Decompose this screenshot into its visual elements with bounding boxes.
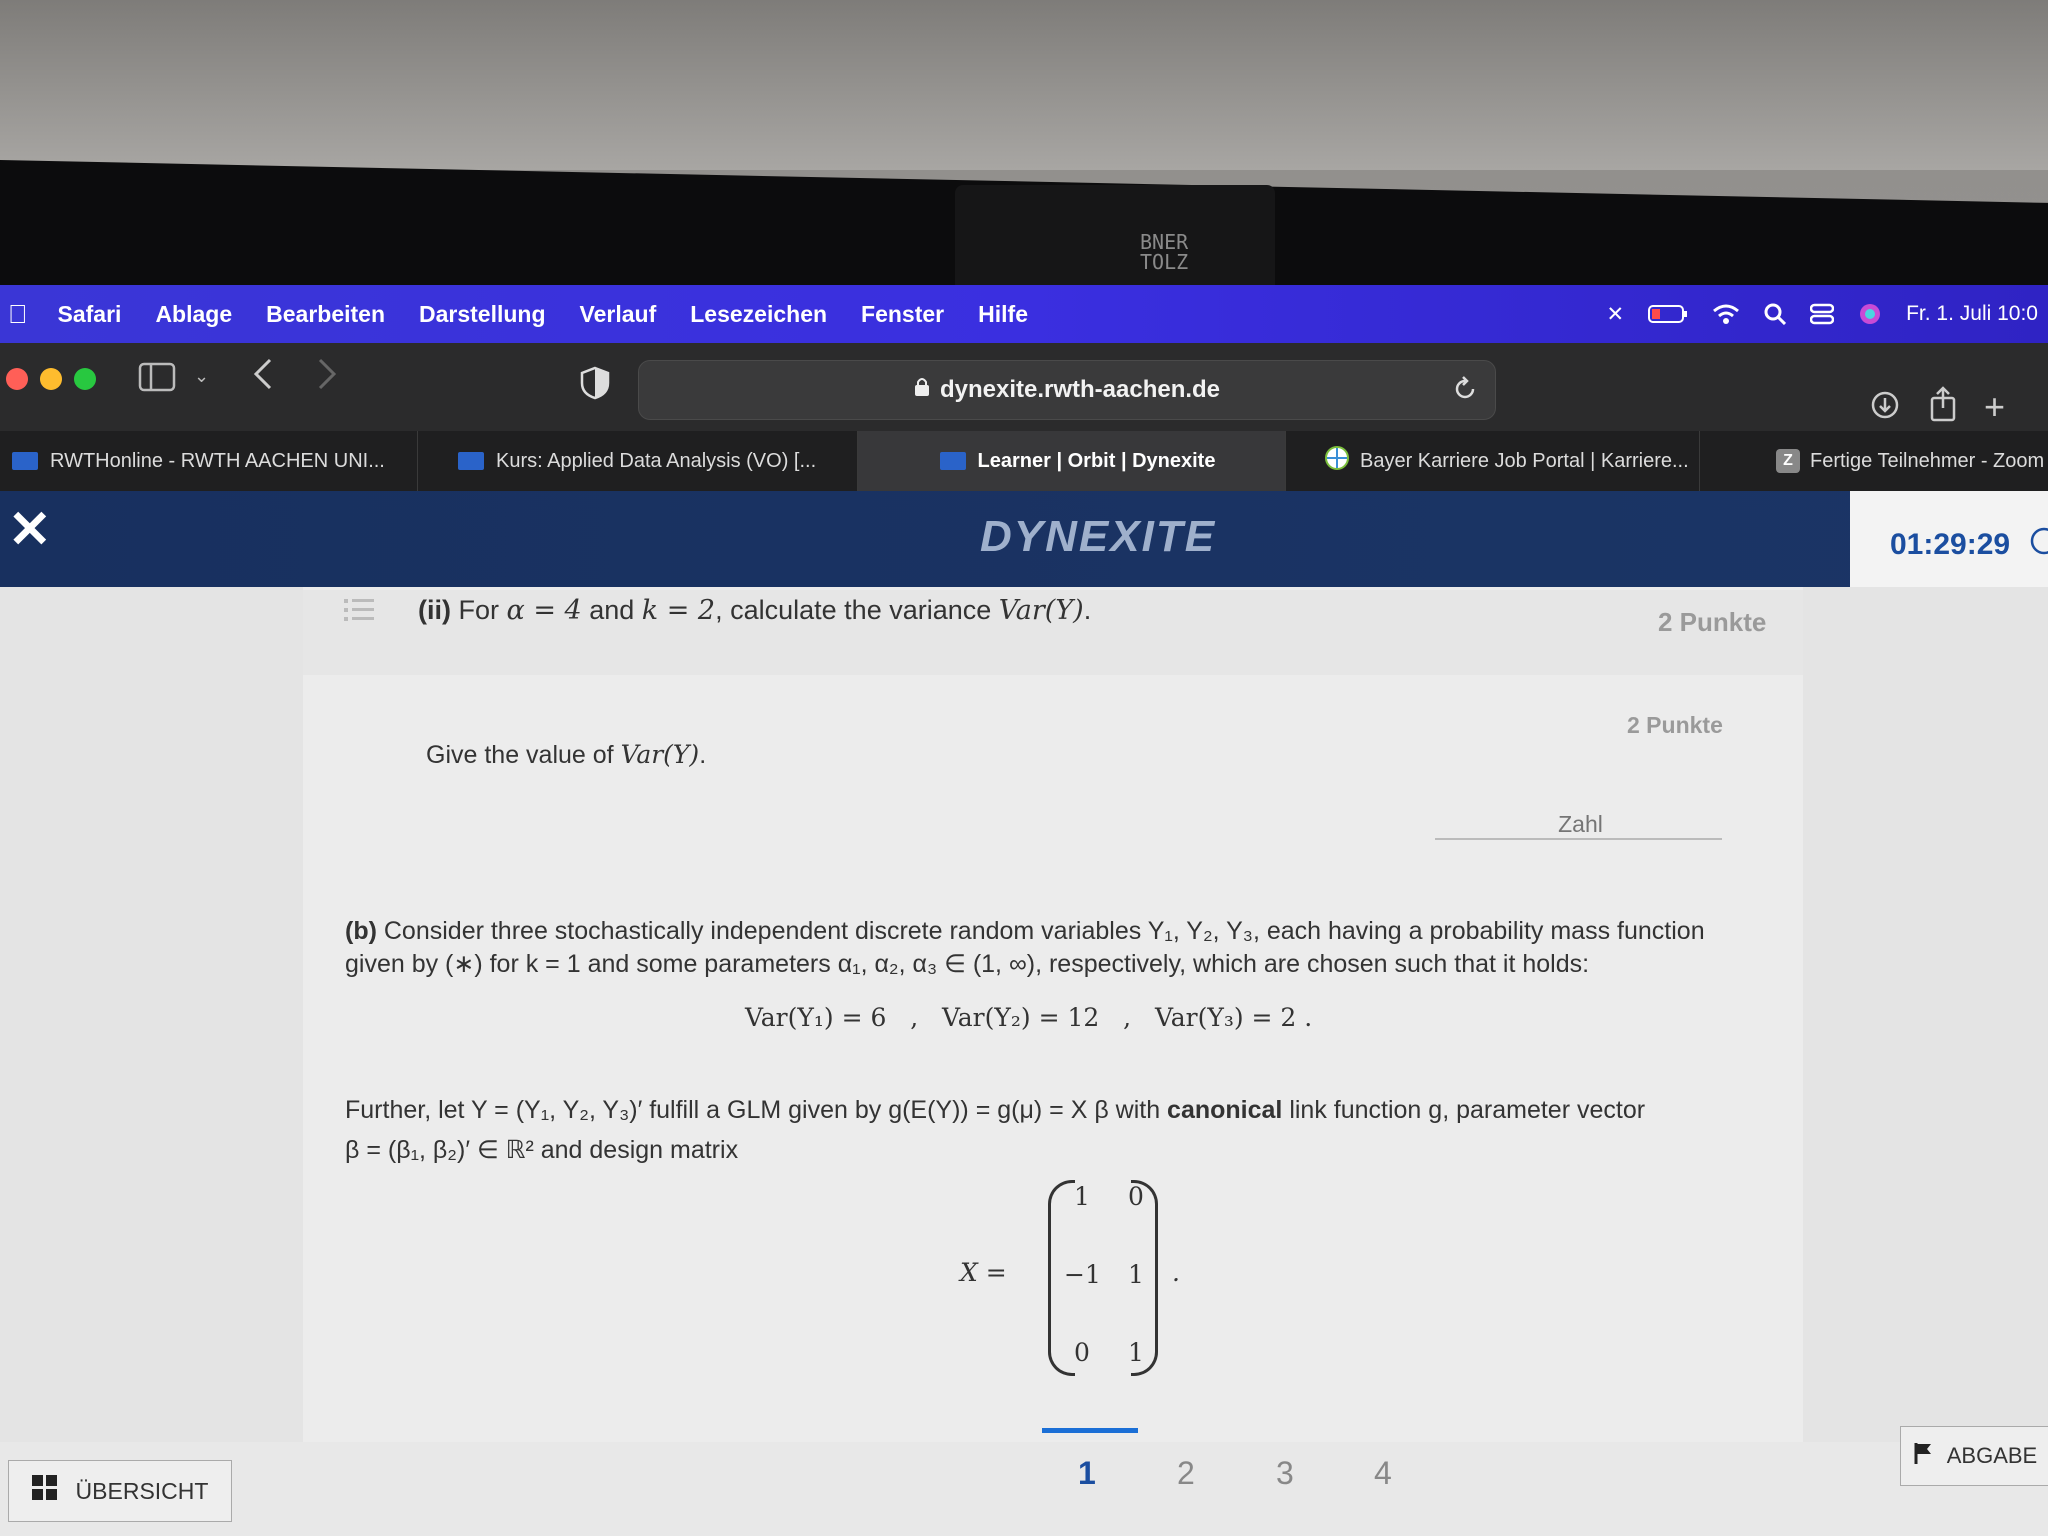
tab-label: Kurs: Applied Data Analysis (VO) [... bbox=[496, 449, 817, 472]
answer-input-wrapper bbox=[1435, 810, 1726, 840]
tab-rwthonline[interactable]: RWTHonline - RWTH AACHEN UNI... bbox=[0, 431, 418, 491]
overview-label: ÜBERSICHT bbox=[75, 1477, 209, 1504]
privacy-shield-icon[interactable] bbox=[580, 366, 610, 405]
tab-dynexite[interactable]: Learner | Orbit | Dynexite bbox=[858, 431, 1286, 491]
variance-equation: Var(Y₁) = 6 , Var(Y₂) = 12 , Var(Y₃) = 2… bbox=[745, 1003, 1313, 1032]
control-center-icon[interactable] bbox=[1810, 303, 1835, 325]
menu-item[interactable]: Hilfe bbox=[978, 301, 1028, 328]
bayer-favicon-icon bbox=[1324, 445, 1350, 477]
page-button-3[interactable]: 3 bbox=[1276, 1455, 1294, 1492]
window-minimize-button[interactable] bbox=[40, 368, 62, 390]
matrix-cell: −1 bbox=[1064, 1260, 1101, 1289]
tab-zoom[interactable]: Z Fertige Teilnehmer - Zoom bbox=[1700, 431, 2048, 491]
downloads-icon[interactable] bbox=[1870, 390, 1900, 425]
tab-label: RWTHonline - RWTH AACHEN UNI... bbox=[50, 449, 385, 472]
right-gutter bbox=[1803, 587, 2048, 1442]
part-b-text: (b) Consider three stochastically indepe… bbox=[345, 917, 1705, 978]
submit-label: ABGABE bbox=[1946, 1443, 2038, 1468]
matrix-cell: 1 bbox=[1128, 1338, 1144, 1367]
menu-item[interactable]: Ablage bbox=[155, 301, 232, 328]
spotlight-search-icon[interactable] bbox=[1764, 303, 1787, 325]
menu-item[interactable]: Bearbeiten bbox=[266, 301, 385, 328]
tab-label: Bayer Karriere Job Portal | Karriere... bbox=[1360, 449, 1689, 472]
menu-item[interactable]: Verlauf bbox=[580, 301, 657, 328]
tab-kurs[interactable]: Kurs: Applied Data Analysis (VO) [... bbox=[418, 431, 858, 491]
countdown-timer: 01:29:29 bbox=[1850, 491, 2048, 599]
subquestion-ii-title: (ii) For α = 4 and k = 2, calculate the … bbox=[418, 595, 1092, 626]
menu-item[interactable]: Fenster bbox=[861, 301, 944, 328]
forward-icon[interactable] bbox=[316, 356, 338, 397]
lock-icon bbox=[914, 376, 930, 404]
battery-icon[interactable] bbox=[1648, 304, 1688, 324]
number-answer-input[interactable] bbox=[1435, 810, 1726, 839]
page-button-4[interactable]: 4 bbox=[1374, 1455, 1392, 1492]
matrix-cell: 0 bbox=[1074, 1338, 1090, 1367]
clock-icon bbox=[2028, 526, 2048, 564]
rwth-favicon-icon bbox=[939, 452, 966, 470]
overview-button[interactable]: ÜBERSICHT bbox=[8, 1460, 232, 1522]
menu-item[interactable]: Lesezeichen bbox=[690, 301, 827, 328]
design-matrix: 1 0 −1 1 0 1 bbox=[1048, 1180, 1158, 1376]
menubar-clock[interactable]: Fr. 1. Juli 10:0 bbox=[1906, 302, 2038, 326]
wifi-icon[interactable] bbox=[1712, 303, 1740, 325]
window-close-button[interactable] bbox=[6, 368, 28, 390]
share-icon[interactable] bbox=[1928, 386, 1958, 427]
apple-icon[interactable]:  bbox=[8, 299, 28, 330]
zoom-favicon-icon: Z bbox=[1776, 449, 1800, 473]
footer-bar bbox=[0, 1442, 2048, 1536]
drag-handle-icon[interactable] bbox=[344, 597, 376, 628]
matrix-cell: 1 bbox=[1074, 1182, 1090, 1211]
window-zoom-button[interactable] bbox=[74, 368, 96, 390]
background-wall bbox=[0, 0, 2048, 170]
tab-bar: RWTHonline - RWTH AACHEN UNI... Kurs: Ap… bbox=[0, 431, 2048, 491]
active-page-indicator bbox=[1042, 1428, 1138, 1433]
dynexite-logo: DYNEXITE bbox=[980, 512, 1217, 561]
tab-label: Learner | Orbit | Dynexite bbox=[977, 449, 1216, 472]
points-badge: 2 Punkte bbox=[1658, 607, 1767, 637]
matrix-cell: 0 bbox=[1128, 1182, 1144, 1211]
submit-button[interactable]: ABGABE bbox=[1900, 1426, 2048, 1486]
matrix-label: X = bbox=[960, 1258, 1007, 1287]
page-button-1[interactable]: 1 bbox=[1078, 1455, 1096, 1492]
matrix-cell: 1 bbox=[1128, 1260, 1144, 1289]
siri-icon[interactable] bbox=[1858, 302, 1882, 326]
glm-text: Further, let Y = (Y₁, Y₂, Y₃)′ fulfill a… bbox=[345, 1096, 1646, 1164]
menubar:  Safari Ablage Bearbeiten Darstellung V… bbox=[0, 285, 2048, 343]
grid-icon bbox=[31, 1475, 58, 1507]
bezel-sticker: BNER TOLZ bbox=[1140, 230, 1189, 274]
reload-icon[interactable] bbox=[1451, 375, 1479, 410]
left-gutter bbox=[0, 587, 303, 1442]
sidebar-toggle-icon[interactable] bbox=[138, 362, 176, 397]
bluetooth-icon[interactable]: ✕ bbox=[1606, 302, 1624, 327]
menu-item[interactable]: Darstellung bbox=[419, 301, 546, 328]
address-bar[interactable]: dynexite.rwth-aachen.de bbox=[638, 360, 1496, 420]
matrix-period: . bbox=[1172, 1258, 1180, 1287]
timer-value: 01:29:29 bbox=[1890, 528, 2011, 561]
rwth-favicon-icon bbox=[458, 452, 484, 470]
tab-bayer[interactable]: Bayer Karriere Job Portal | Karriere... bbox=[1286, 431, 1700, 491]
menubar-status: ✕ Fr. 1. Juli 10:0 bbox=[1606, 285, 2048, 343]
back-icon[interactable] bbox=[252, 356, 274, 397]
chevron-down-icon[interactable]: ⌄ bbox=[194, 366, 209, 387]
flag-icon bbox=[1913, 1441, 1933, 1471]
url-text: dynexite.rwth-aachen.de bbox=[939, 376, 1221, 403]
new-tab-icon[interactable]: + bbox=[1984, 386, 2005, 428]
close-exam-icon[interactable]: ✕ bbox=[8, 500, 52, 560]
menu-app-name[interactable]: Safari bbox=[58, 301, 122, 328]
tab-label: Fertige Teilnehmer - Zoom bbox=[1810, 449, 2045, 472]
points-badge: 2 Punkte bbox=[1627, 712, 1723, 738]
answer-prompt: Give the value of Var(Y). bbox=[426, 740, 707, 769]
page-button-2[interactable]: 2 bbox=[1177, 1455, 1195, 1492]
rwth-favicon-icon bbox=[12, 452, 38, 470]
